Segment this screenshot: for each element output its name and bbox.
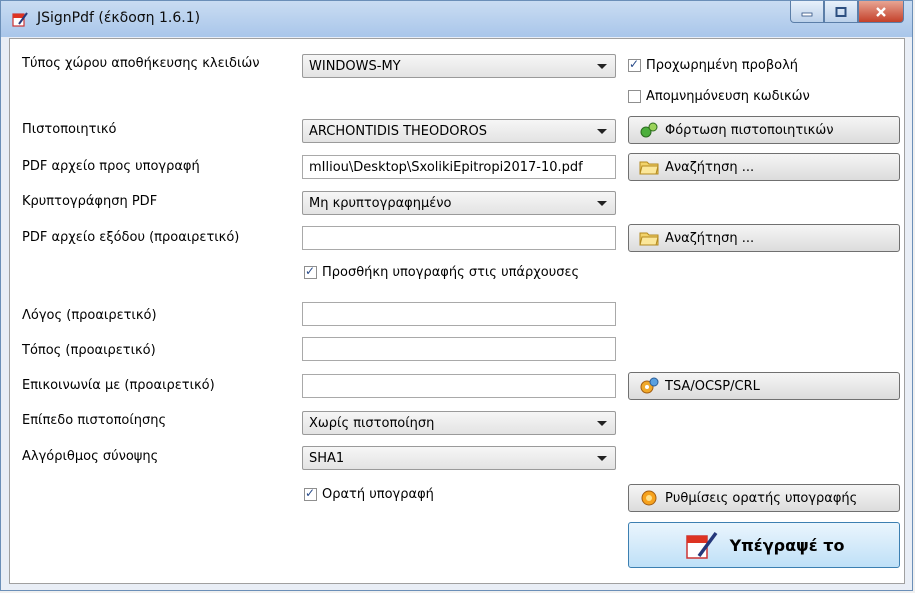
tsa-ocsp-crl-button[interactable]: TSA/OCSP/CRL — [628, 372, 900, 400]
pdf-encryption-value: Μη κρυπτογραφημένο — [309, 196, 452, 211]
visible-signature-settings-label: Ρυθμίσεις ορατής υπογραφής — [665, 490, 858, 506]
chevron-down-icon — [597, 201, 607, 206]
pdf-output-field[interactable] — [302, 226, 616, 250]
pdf-input-field[interactable]: mIliou\Desktop\SxolikiEpitropi2017-10.pd… — [302, 155, 616, 179]
sign-label: Υπέγραψέ το — [729, 535, 845, 555]
pdf-encryption-label: Κρυπτογράφηση PDF — [22, 194, 158, 209]
advanced-view-checkbox[interactable]: Προχωρημένη προβολή — [628, 57, 799, 73]
pdf-input-value: mIliou\Desktop\SxolikiEpitropi2017-10.pd… — [309, 160, 583, 175]
load-certificates-button[interactable]: Φόρτωση πιστοποιητικών — [628, 116, 900, 144]
cert-level-select[interactable]: Χωρίς πιστοποίηση — [302, 411, 616, 435]
chevron-down-icon — [597, 129, 607, 134]
contact-field[interactable] — [302, 374, 616, 398]
load-certificates-label: Φόρτωση πιστοποιητικών — [665, 122, 834, 138]
visible-signature-settings-button[interactable]: Ρυθμίσεις ορατής υπογραφής — [628, 484, 900, 512]
hash-algorithm-select[interactable]: SHA1 — [302, 446, 616, 470]
advanced-view-label: Προχωρημένη προβολή — [646, 58, 799, 73]
cert-level-value: Χωρίς πιστοποίηση — [309, 416, 435, 431]
browse-output-label: Αναζήτηση ... — [665, 230, 755, 246]
pdf-encryption-select[interactable]: Μη κρυπτογραφημένο — [302, 191, 616, 215]
minimize-icon — [801, 12, 813, 16]
checkbox-box[interactable] — [628, 90, 641, 103]
maximize-icon — [835, 6, 847, 17]
gear-chain-icon — [640, 122, 658, 138]
keystore-type-select[interactable]: WINDOWS-MY — [302, 54, 616, 78]
hash-algorithm-value: SHA1 — [309, 451, 345, 466]
reason-field[interactable] — [302, 302, 616, 326]
browse-input-button[interactable]: Αναζήτηση ... — [628, 153, 900, 181]
certificate-select[interactable]: ARCHONTIDIS THEODOROS — [302, 119, 616, 143]
reason-label: Λόγος (προαιρετικό) — [22, 308, 157, 323]
checkbox-box[interactable] — [628, 57, 641, 72]
pdf-pen-icon — [12, 12, 28, 27]
main-panel: Τύπος χώρου αποθήκευσης κλειδιών WINDOWS… — [9, 38, 905, 584]
visible-signature-checkbox[interactable]: Ορατή υπογραφή — [304, 486, 434, 502]
pdf-pen-icon — [685, 531, 717, 559]
app-window: JSignPdf (έκδοση 1.6.1) Τύπος χώρου αποθ… — [0, 0, 913, 591]
checkbox-box[interactable] — [304, 264, 317, 279]
pdf-output-label: PDF αρχείο εξόδου (προαιρετικό) — [22, 230, 240, 245]
chevron-down-icon — [597, 421, 607, 426]
visible-signature-label: Ορατή υπογραφή — [322, 487, 434, 502]
store-passwords-label: Απομνημόνευση κωδικών — [646, 89, 810, 104]
checkbox-box[interactable] — [304, 486, 317, 501]
chevron-down-icon — [597, 456, 607, 461]
window-title: JSignPdf (έκδοση 1.6.1) — [37, 10, 201, 26]
minimize-button[interactable] — [790, 1, 824, 23]
hash-algorithm-label: Αλγόριθμος σύνοψης — [22, 449, 159, 464]
location-field[interactable] — [302, 337, 616, 361]
append-signature-checkbox[interactable]: Προσθήκη υπογραφής στις υπάρχουσες — [304, 264, 580, 280]
pdf-input-label: PDF αρχείο προς υπογραφή — [22, 159, 200, 174]
certificate-value: ARCHONTIDIS THEODOROS — [309, 124, 488, 139]
location-label: Τόπος (προαιρετικό) — [22, 343, 156, 358]
append-signature-label: Προσθήκη υπογραφής στις υπάρχουσες — [322, 265, 580, 280]
tsa-ocsp-crl-label: TSA/OCSP/CRL — [665, 378, 760, 394]
certificate-label: Πιστοποιητικό — [22, 122, 117, 137]
maximize-button[interactable] — [824, 1, 858, 23]
contact-label: Επικοινωνία με (προαιρετικό) — [22, 378, 215, 393]
sign-button[interactable]: Υπέγραψέ το — [628, 522, 900, 568]
chevron-down-icon — [597, 64, 607, 69]
close-button[interactable] — [858, 1, 904, 23]
folder-icon — [639, 232, 659, 246]
browse-output-button[interactable]: Αναζήτηση ... — [628, 224, 900, 252]
keystore-type-label: Τύπος χώρου αποθήκευσης κλειδιών — [22, 56, 260, 71]
close-icon — [876, 6, 886, 17]
store-passwords-checkbox[interactable]: Απομνημόνευση κωδικών — [628, 89, 810, 104]
orange-gear-icon — [641, 490, 657, 506]
title-bar[interactable]: JSignPdf (έκδοση 1.6.1) — [1, 1, 912, 37]
keystore-type-value: WINDOWS-MY — [309, 59, 401, 74]
folder-icon — [639, 161, 659, 175]
cogs-icon — [640, 377, 659, 394]
cert-level-label: Επίπεδο πιστοποίησης — [22, 413, 167, 428]
browse-input-label: Αναζήτηση ... — [665, 159, 755, 175]
